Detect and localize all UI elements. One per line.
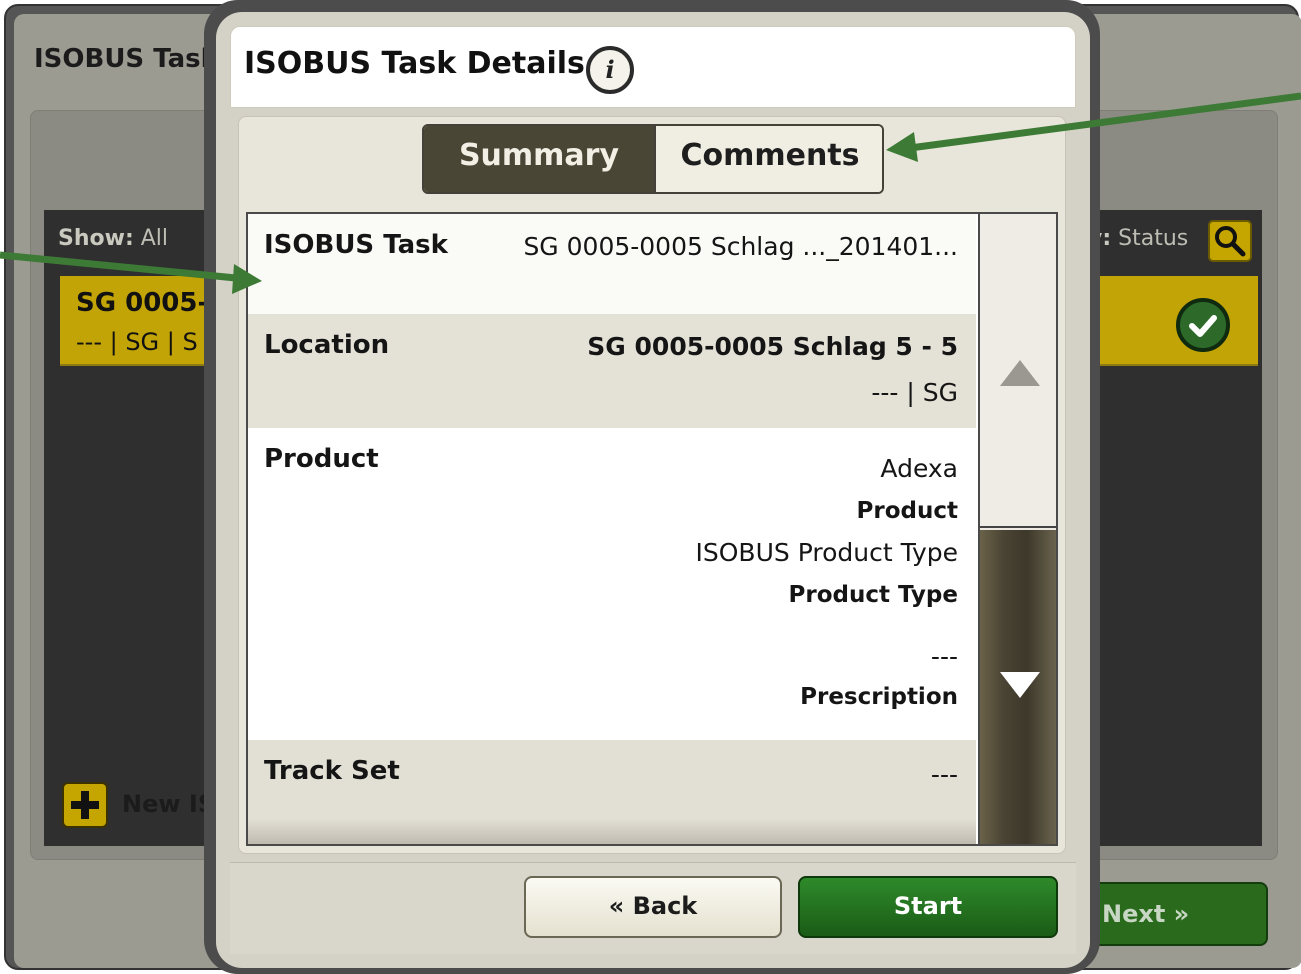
callout-arrow-summary xyxy=(0,251,262,294)
callout-arrow-comments xyxy=(886,92,1301,162)
screen: ISOBUS Tasl Show: All y: Status SG 0005-… xyxy=(0,0,1301,974)
callout-arrows xyxy=(0,92,1301,294)
